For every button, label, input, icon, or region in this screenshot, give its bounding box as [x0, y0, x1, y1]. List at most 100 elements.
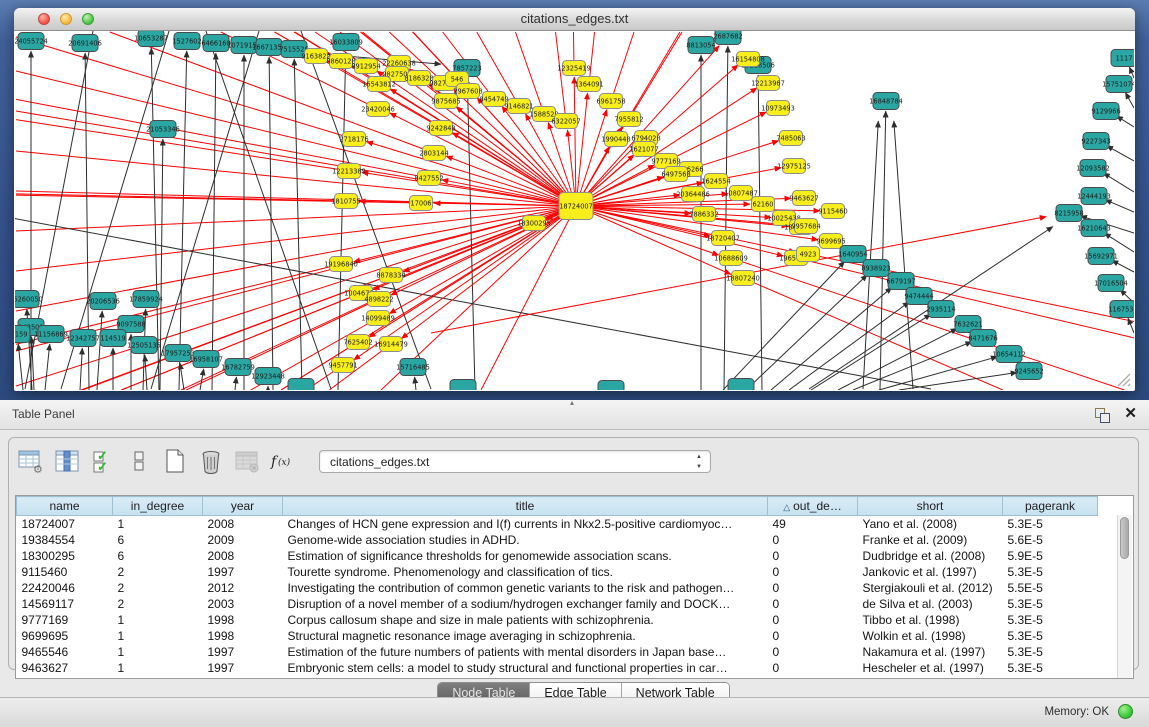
- table-cell[interactable]: 2003: [203, 596, 283, 612]
- network-node[interactable]: 17016504: [1094, 275, 1128, 292]
- table-cell[interactable]: 1: [113, 628, 203, 644]
- network-node[interactable]: 20364486: [676, 187, 710, 202]
- network-node[interactable]: 20691406: [68, 35, 102, 52]
- table-cell[interactable]: 18300295: [17, 548, 113, 564]
- table-cell[interactable]: 1997: [203, 644, 283, 660]
- network-node[interactable]: [728, 379, 754, 391]
- network-node[interactable]: 2935114: [926, 301, 955, 318]
- column-header-name[interactable]: name: [17, 497, 113, 516]
- table-row[interactable]: 969969511998Structural magnetic resonanc…: [17, 628, 1098, 644]
- network-node[interactable]: 1364091: [574, 77, 603, 92]
- table-cell[interactable]: Jankovic et al. (1997): [858, 564, 1003, 580]
- table-cell[interactable]: 5.3E-5: [1003, 612, 1098, 628]
- network-node[interactable]: 12325419: [557, 61, 591, 76]
- network-node[interactable]: 16210643: [1077, 220, 1111, 237]
- network-node[interactable]: 1640954: [838, 246, 867, 263]
- table-cell[interactable]: de Silva et al. (2003): [858, 596, 1003, 612]
- network-node[interactable]: 7625402: [343, 335, 372, 350]
- network-node[interactable]: 18720407: [706, 231, 740, 246]
- table-cell[interactable]: 5.5E-5: [1003, 580, 1098, 596]
- network-node[interactable]: 6679197: [886, 273, 915, 290]
- network-node[interactable]: 62160: [752, 197, 775, 212]
- red-edge[interactable]: [366, 142, 576, 206]
- red-edge[interactable]: [16, 151, 576, 206]
- hub-node[interactable]: 18724007: [559, 193, 593, 220]
- table-cell[interactable]: 2008: [203, 516, 283, 533]
- network-node[interactable]: 7485063: [776, 131, 805, 146]
- network-node[interactable]: 17859924: [129, 291, 163, 308]
- black-edge[interactable]: [18, 344, 23, 390]
- table-cell[interactable]: Wolkin et al. (1998): [858, 628, 1003, 644]
- network-canvas[interactable]: 1872400718300295240557242069140610653287…: [15, 31, 1134, 390]
- vertical-scrollbar[interactable]: [1117, 515, 1132, 678]
- network-node[interactable]: 39159: [15, 326, 30, 343]
- network-node[interactable]: 1117: [1111, 50, 1134, 67]
- network-node[interactable]: 9875685: [431, 94, 460, 109]
- table-cell[interactable]: 2008: [203, 548, 283, 564]
- network-node[interactable]: 9227343: [1081, 133, 1110, 150]
- resize-grip[interactable]: [1116, 372, 1132, 388]
- black-edge[interactable]: [212, 53, 216, 390]
- table-cell[interactable]: 5.3E-5: [1003, 596, 1098, 612]
- black-edge[interactable]: [145, 355, 147, 390]
- network-node[interactable]: 12444193: [1077, 188, 1111, 205]
- network-node[interactable]: 12342757: [66, 330, 100, 347]
- table-cell[interactable]: Yano et al. (2008): [858, 516, 1003, 533]
- network-node[interactable]: [450, 380, 476, 391]
- memory-indicator-icon[interactable]: [1118, 704, 1133, 719]
- network-node[interactable]: 6322057: [551, 114, 580, 129]
- table-cell[interactable]: Nakamura et al. (1997): [858, 644, 1003, 660]
- table-cell[interactable]: Corpus callosum shape and size in male p…: [283, 612, 768, 628]
- black-edge[interactable]: [1107, 146, 1134, 161]
- black-edge[interactable]: [1116, 116, 1134, 127]
- table-cell[interactable]: 9463627: [17, 660, 113, 676]
- black-edge[interactable]: [746, 275, 867, 390]
- table-cell[interactable]: Structural magnetic resonance image aver…: [283, 628, 768, 644]
- column-header-title[interactable]: title: [283, 497, 768, 516]
- network-node[interactable]: 6961758: [596, 94, 625, 109]
- network-node[interactable]: 17006: [410, 196, 433, 211]
- black-edge[interactable]: [899, 372, 1017, 390]
- red-edge[interactable]: [629, 32, 682, 119]
- table-row[interactable]: 1938455462009Genome-wide association stu…: [17, 532, 1098, 548]
- table-cell[interactable]: Stergiakouli et al. (2012): [858, 580, 1003, 596]
- table-cell[interactable]: Changes of HCN gene expression and I(f) …: [283, 516, 768, 533]
- table-row[interactable]: 946362711997Embryonic stem cells: a mode…: [17, 660, 1098, 676]
- table-cell[interactable]: 19384554: [17, 532, 113, 548]
- table-cell[interactable]: 0: [768, 596, 858, 612]
- function-builder-icon[interactable]: f(x): [269, 448, 296, 474]
- table-cell[interactable]: Estimation of the future numbers of pati…: [283, 644, 768, 660]
- red-edge[interactable]: [446, 156, 576, 206]
- table-cell[interactable]: 0: [768, 628, 858, 644]
- table-cell[interactable]: Embryonic stem cells: a model to study s…: [283, 660, 768, 676]
- black-edge[interactable]: [838, 329, 957, 390]
- red-edge[interactable]: [452, 133, 576, 206]
- network-node[interactable]: 16033809: [329, 34, 363, 51]
- table-cell[interactable]: 0: [768, 580, 858, 596]
- network-node[interactable]: 10688609: [714, 251, 748, 266]
- network-node[interactable]: 15692971: [1084, 248, 1118, 265]
- network-node[interactable]: 8938923: [861, 260, 890, 277]
- black-edge[interactable]: [1103, 173, 1134, 192]
- black-edge[interactable]: [179, 51, 187, 390]
- network-node[interactable]: 8427552: [414, 171, 443, 186]
- table-cell[interactable]: 1: [113, 660, 203, 676]
- network-node[interactable]: 6497568: [661, 167, 690, 182]
- table-cell[interactable]: 1: [113, 644, 203, 660]
- network-node[interactable]: 1990448: [601, 132, 630, 147]
- column-header-year[interactable]: year: [203, 497, 283, 516]
- network-node[interactable]: 10653287: [134, 31, 168, 47]
- table-cell[interactable]: 2: [113, 564, 203, 580]
- table-cell[interactable]: 6: [113, 548, 203, 564]
- network-node[interactable]: 9457791: [328, 358, 357, 373]
- table-row[interactable]: 977716911998Corpus callosum shape and si…: [17, 612, 1098, 628]
- black-edge[interactable]: [724, 46, 728, 390]
- network-node[interactable]: 9129966: [1091, 103, 1120, 120]
- table-cell[interactable]: 0: [768, 644, 858, 660]
- network-node[interactable]: 12923448: [251, 368, 285, 385]
- table-cell[interactable]: 9115460: [17, 564, 113, 580]
- table-cell[interactable]: 9777169: [17, 612, 113, 628]
- table-cell[interactable]: 1997: [203, 564, 283, 580]
- red-edge[interactable]: [390, 113, 576, 206]
- network-node[interactable]: 114519: [100, 330, 126, 347]
